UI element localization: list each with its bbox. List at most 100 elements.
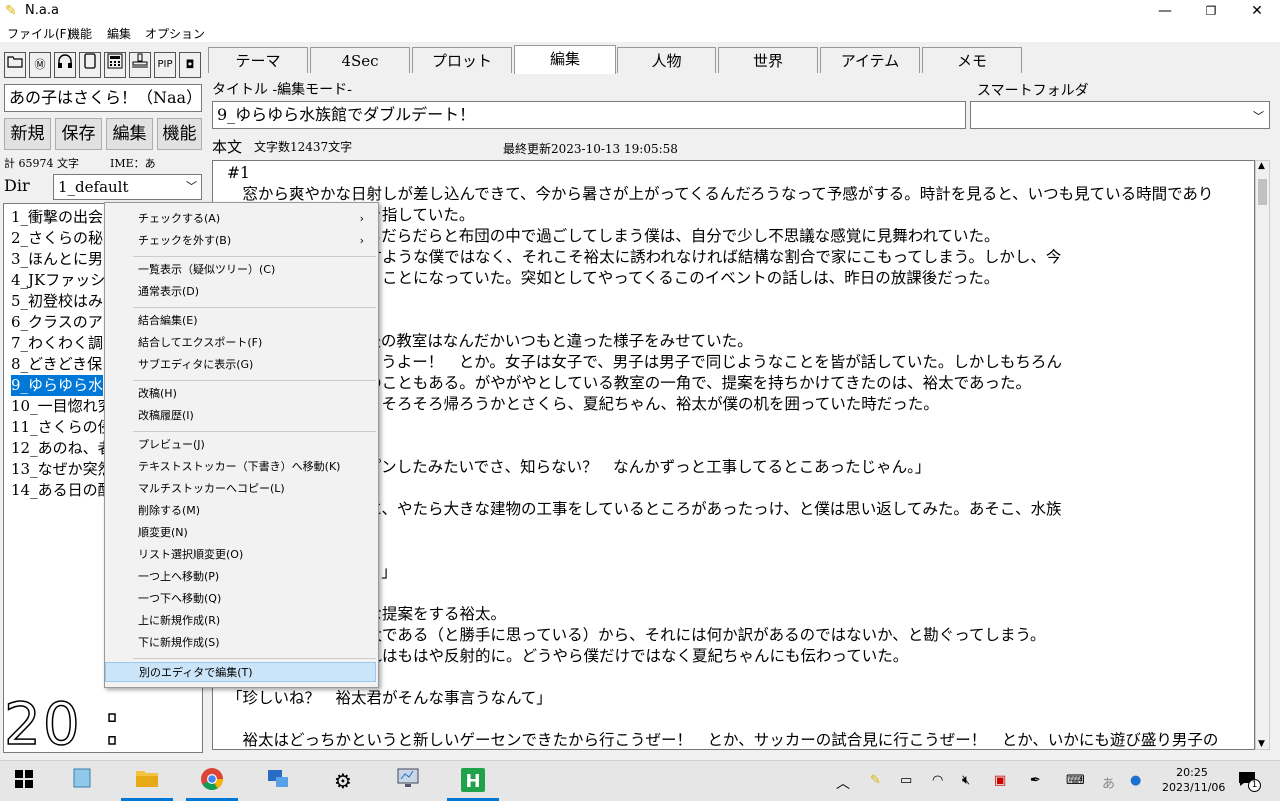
context-menu-item[interactable]: 上に新規作成(R) [105, 611, 376, 631]
episode-list-item[interactable]: 6_クラスのア [11, 312, 103, 333]
episode-list-item[interactable]: 11_さくらの侵 [11, 417, 113, 438]
context-menu-item[interactable]: プレビュー(J) [105, 435, 376, 455]
tablet-icon[interactable] [79, 52, 101, 78]
notification-icon[interactable]: 1 [1238, 771, 1261, 792]
tab-4[interactable]: 人物 [617, 47, 716, 73]
ime-status: IME：あ [110, 157, 156, 170]
tab-5[interactable]: 世界 [718, 47, 818, 73]
save-button[interactable]: 保存 [55, 118, 102, 150]
context-menu-item[interactable]: 別のエディタで編集(T) [105, 662, 376, 682]
tab-2[interactable]: プロット [412, 47, 512, 73]
context-menu-item[interactable]: チェックする(A) › [105, 209, 376, 229]
context-menu-item[interactable]: リスト選択順変更(O) [105, 545, 376, 565]
menu-edit[interactable]: 編集 [107, 25, 131, 42]
tab-7[interactable]: メモ [922, 47, 1022, 73]
minimize-button[interactable]: — [1142, 0, 1188, 22]
char-count: 文字数12437文字 [254, 140, 353, 154]
project-name-field[interactable]: あの子はさくら！（Naa） [4, 84, 202, 112]
menu-function[interactable]: 機能 [68, 25, 92, 42]
chrome-icon[interactable] [198, 767, 226, 795]
episode-list-item[interactable]: 5_初登校はみ [11, 291, 103, 312]
tray-naa-icon[interactable]: ✎ [870, 773, 881, 788]
context-menu-item[interactable]: マルチストッカーへコピー(L) [105, 479, 376, 499]
episode-list-item[interactable]: 14_ある日の酔 [11, 480, 113, 501]
context-menu-item[interactable]: 下に新規作成(S) [105, 633, 376, 653]
context-menu-item[interactable]: チェックを外す(B) › [105, 231, 376, 251]
scroll-down-arrow-icon[interactable]: ▼ [1258, 739, 1265, 749]
wifi-icon[interactable]: ◠ [932, 773, 943, 788]
menu-options[interactable]: オプション [145, 25, 205, 42]
dir-select[interactable]: 1_default ﹀ [53, 174, 202, 200]
network-pc-icon[interactable] [264, 767, 292, 795]
tab-6[interactable]: アイテム [820, 47, 920, 73]
dir-select-value: 1_default [58, 178, 129, 196]
episode-list-item[interactable]: 1_衝撃の出会 [11, 207, 103, 228]
context-menu-item-label: マルチストッカーへコピー(L) [138, 482, 285, 495]
episode-list-item[interactable]: 9_ゆらゆら水 [11, 375, 104, 396]
context-menu-item[interactable]: 通常表示(D) [105, 282, 376, 302]
context-menu-item[interactable]: テキストストッカー（下書き）へ移動(K) [105, 457, 376, 477]
battery-icon[interactable]: ▭ [900, 773, 912, 788]
episode-list-item[interactable]: 4_JKファッシ [11, 270, 105, 291]
settings-gear-icon[interactable]: ⚙ [329, 767, 357, 795]
stamp-icon[interactable] [129, 52, 151, 78]
context-menu-item[interactable]: 改稿(H) [105, 384, 376, 404]
function-button[interactable]: 機能 [157, 118, 202, 150]
context-menu-item[interactable]: 順変更(N) [105, 523, 376, 543]
monitor-app-icon[interactable] [394, 767, 422, 795]
tray-cloud-icon[interactable]: ● [1130, 773, 1141, 788]
tray-app-red-icon[interactable]: ▣ [994, 773, 1006, 788]
notepad-app-icon[interactable] [68, 767, 96, 795]
scroll-up-arrow-icon[interactable]: ▲ [1258, 161, 1265, 171]
episode-list-item[interactable]: 7_わくわく調 [11, 333, 103, 354]
calculator-icon[interactable] [104, 52, 126, 78]
tab-1[interactable]: 4Sec [310, 47, 410, 73]
pip-button[interactable]: PIP [154, 52, 176, 78]
episode-list-item[interactable]: 13_なぜか突然 [11, 459, 113, 480]
smart-folder-select[interactable]: ﹀ [970, 101, 1270, 129]
restore-button[interactable]: ❐ [1188, 0, 1234, 22]
episode-list-item[interactable]: 3_ほんとに男 [11, 249, 103, 270]
context-menu-item-label: テキストストッカー（下書き）へ移動(K) [138, 460, 341, 473]
context-menu-item[interactable]: 一覧表示（疑似ツリー）(C) [105, 260, 376, 280]
episode-list-item[interactable]: 8_どきどき保 [11, 354, 102, 375]
tab-0[interactable]: テーマ [208, 47, 308, 73]
context-menu-item-label: 結合編集(E) [138, 314, 198, 327]
episode-list-item[interactable]: 12_あのね、者 [11, 438, 113, 459]
open-folder-icon[interactable] [4, 52, 26, 78]
scrollbar-thumb[interactable] [1258, 179, 1267, 205]
context-menu-item[interactable]: 結合してエクスポート(F) [105, 333, 376, 353]
ime-indicator[interactable]: あ [1102, 773, 1115, 792]
pen-icon[interactable]: ✒ [1030, 773, 1041, 788]
memo-m-icon[interactable]: Ⓜ [29, 52, 51, 78]
keyboard-icon[interactable]: ⌨ [1066, 773, 1085, 788]
episode-list-item[interactable]: 2_さくらの秘 [11, 228, 103, 249]
context-menu-item-label: 結合してエクスポート(F) [138, 336, 263, 349]
headphones-icon[interactable] [54, 52, 76, 78]
stop-button[interactable]: ◘ [179, 52, 201, 78]
context-menu-separator [133, 256, 376, 257]
context-menu-item[interactable]: サブエディタに表示(G) [105, 355, 376, 375]
context-menu-item[interactable]: 削除する(M) [105, 501, 376, 521]
taskbar-time: 20:25 [1176, 766, 1208, 779]
tab-3[interactable]: 編集 [514, 45, 616, 74]
close-button[interactable]: ✕ [1234, 0, 1280, 22]
new-button[interactable]: 新規 [4, 118, 51, 150]
speaker-muted-icon[interactable]: 🔇︎ [962, 773, 970, 788]
body-scrollbar[interactable]: ▲ ▼ [1255, 160, 1270, 750]
context-menu-item[interactable]: 一つ上へ移動(P) [105, 567, 376, 587]
context-menu-item[interactable]: 改稿履歴(I) [105, 406, 376, 426]
hidemaru-app-icon[interactable]: H [459, 767, 487, 795]
clock-date[interactable]: 20:25 2023/11/06 [1162, 765, 1225, 795]
windows-start-icon[interactable] [10, 767, 38, 795]
menu-bar: ファイル(F) 機能 編集 オプション [0, 22, 1280, 42]
file-explorer-icon[interactable] [133, 767, 161, 795]
context-menu: チェックする(A) › チェックを外す(B) › 一覧表示（疑似ツリー）(C) 通常表示(… [104, 202, 379, 688]
context-menu-item[interactable]: 一つ下へ移動(Q) [105, 589, 376, 609]
title-input[interactable]: 9_ゆらゆら水族館でダブルデート！ [212, 101, 966, 129]
context-menu-item[interactable]: 結合編集(E) [105, 311, 376, 331]
episode-list-item[interactable]: 10_一目惚れ究 [11, 396, 113, 417]
menu-file[interactable]: ファイル(F) [7, 25, 71, 42]
edit-button[interactable]: 編集 [106, 118, 153, 150]
tray-expand-icon[interactable]: ︿ [836, 773, 850, 793]
